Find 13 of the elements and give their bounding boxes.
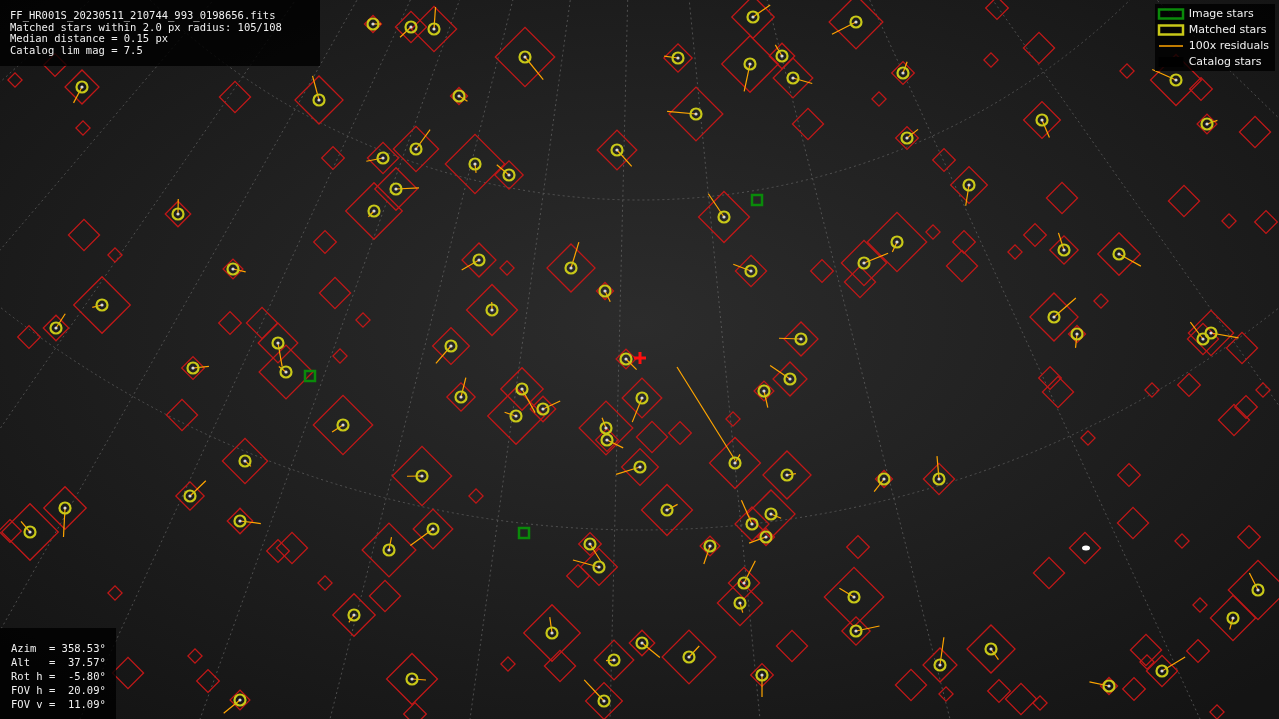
info-text: Median distance = 0.15 px — [10, 33, 169, 45]
legend-label: 100x residuals — [1188, 39, 1269, 52]
pointing-text: FOV v = 11.09° — [11, 697, 106, 711]
pointing-text: Alt = 37.57° — [11, 655, 106, 669]
legend-label: Image stars — [1188, 7, 1254, 20]
info-text: Matched stars within 2.0 px radius: 105/108 — [10, 21, 283, 33]
pointing-text: Rot h = -5.80° — [11, 669, 106, 683]
legend-label: Catalog stars — [1188, 55, 1262, 68]
legend-label: Matched stars — [1188, 23, 1267, 36]
pointing-text: Azim = 358.53° — [11, 641, 106, 655]
pointing-text: FOV h = 20.09° — [11, 683, 106, 697]
info-text: Catalog lim mag = 7.5 — [10, 44, 144, 56]
info-text: FF_HR001S_20230511_210744_993_0198656.fits — [10, 10, 277, 22]
